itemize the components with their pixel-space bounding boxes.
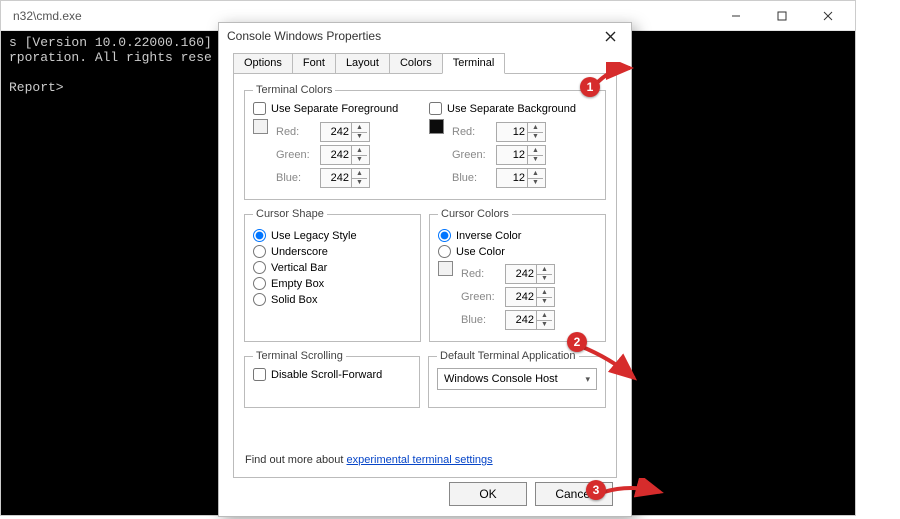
- annotation-1: 1: [580, 77, 600, 97]
- bg-swatch: [429, 119, 444, 134]
- experimental-settings-link[interactable]: experimental terminal settings: [347, 454, 493, 466]
- fg-red-spinner[interactable]: ▲▼: [320, 122, 370, 142]
- cmd-prompt: Report>: [9, 80, 64, 95]
- dialog-close-button[interactable]: [597, 23, 623, 49]
- cmd-title: n32\cmd.exe: [13, 9, 713, 23]
- chk-sep-background-box[interactable]: [429, 102, 442, 115]
- fg-blue-spinner[interactable]: ▲▼: [320, 168, 370, 188]
- radio-inverse-color[interactable]: Inverse Color: [438, 229, 597, 242]
- fg-blue-input[interactable]: [321, 172, 351, 184]
- dialog-titlebar: Console Windows Properties: [219, 23, 631, 49]
- annotation-arrow-3: [600, 478, 670, 504]
- label-blue: Blue:: [276, 172, 320, 184]
- cursor-red-spinner[interactable]: ▲▼: [505, 264, 555, 284]
- radio-vertical-bar[interactable]: Vertical Bar: [253, 261, 412, 274]
- bg-blue-spinner[interactable]: ▲▼: [496, 168, 546, 188]
- tabstrip: Options Font Layout Colors Terminal: [233, 53, 617, 74]
- fg-red-input[interactable]: [321, 126, 351, 138]
- cursor-swatch: [438, 261, 453, 276]
- radio-solid-box[interactable]: Solid Box: [253, 293, 412, 306]
- group-cursor-colors: Cursor Colors Inverse Color Use Color Re…: [429, 208, 606, 342]
- maximize-button[interactable]: [759, 1, 805, 31]
- cursor-green-spinner[interactable]: ▲▼: [505, 287, 555, 307]
- cursor-blue-spinner[interactable]: ▲▼: [505, 310, 555, 330]
- ok-button[interactable]: OK: [449, 482, 527, 506]
- cmd-line: s [Version 10.0.22000.160]: [9, 35, 212, 50]
- tab-terminal[interactable]: Terminal: [442, 53, 506, 74]
- default-terminal-value: Windows Console Host: [444, 373, 558, 385]
- label-red: Red:: [276, 126, 320, 138]
- bg-blue-input[interactable]: [497, 172, 527, 184]
- chk-disable-scroll-forward[interactable]: Disable Scroll-Forward: [253, 368, 411, 381]
- annotation-3: 3: [586, 480, 606, 500]
- spin-down-icon: ▼: [352, 133, 367, 142]
- label-green: Green:: [276, 149, 320, 161]
- chk-sep-foreground-label: Use Separate Foreground: [271, 103, 398, 115]
- legend-scrolling: Terminal Scrolling: [253, 350, 346, 362]
- spin-up-icon: ▲: [352, 123, 367, 133]
- radio-empty-box[interactable]: Empty Box: [253, 277, 412, 290]
- annotation-2: 2: [567, 332, 587, 352]
- minimize-button[interactable]: [713, 1, 759, 31]
- bg-red-spinner[interactable]: ▲▼: [496, 122, 546, 142]
- legend-default-terminal: Default Terminal Application: [437, 350, 579, 362]
- tab-body-terminal: Terminal Colors Use Separate Foreground …: [233, 73, 617, 478]
- tab-font[interactable]: Font: [292, 53, 336, 74]
- fg-green-spinner[interactable]: ▲▼: [320, 145, 370, 165]
- chk-sep-background[interactable]: Use Separate Background: [429, 102, 597, 115]
- close-button[interactable]: [805, 1, 851, 31]
- radio-legacy[interactable]: Use Legacy Style: [253, 229, 412, 242]
- properties-dialog: Console Windows Properties Options Font …: [218, 22, 632, 517]
- dialog-title: Console Windows Properties: [227, 29, 597, 43]
- cmd-line: rporation. All rights rese: [9, 50, 212, 65]
- default-terminal-select[interactable]: Windows Console Host ▾: [437, 368, 597, 390]
- annotation-arrow-2: [576, 338, 646, 386]
- chk-sep-foreground-box[interactable]: [253, 102, 266, 115]
- chk-sep-foreground[interactable]: Use Separate Foreground: [253, 102, 421, 115]
- bg-green-spinner[interactable]: ▲▼: [496, 145, 546, 165]
- bg-green-input[interactable]: [497, 149, 527, 161]
- group-cursor-shape: Cursor Shape Use Legacy Style Underscore…: [244, 208, 421, 342]
- fg-green-input[interactable]: [321, 149, 351, 161]
- fg-swatch: [253, 119, 268, 134]
- radio-use-color[interactable]: Use Color: [438, 245, 597, 258]
- tab-options[interactable]: Options: [233, 53, 293, 74]
- group-terminal-scrolling: Terminal Scrolling Disable Scroll-Forwar…: [244, 350, 420, 408]
- radio-underscore[interactable]: Underscore: [253, 245, 412, 258]
- findout-text: Find out more about experimental termina…: [245, 454, 493, 466]
- legend-cursor-colors: Cursor Colors: [438, 208, 512, 220]
- legend-terminal-colors: Terminal Colors: [253, 84, 335, 96]
- bg-red-input[interactable]: [497, 126, 527, 138]
- legend-cursor-shape: Cursor Shape: [253, 208, 327, 220]
- chk-sep-background-label: Use Separate Background: [447, 103, 576, 115]
- tab-layout[interactable]: Layout: [335, 53, 390, 74]
- group-terminal-colors: Terminal Colors Use Separate Foreground …: [244, 84, 606, 200]
- tab-colors[interactable]: Colors: [389, 53, 443, 74]
